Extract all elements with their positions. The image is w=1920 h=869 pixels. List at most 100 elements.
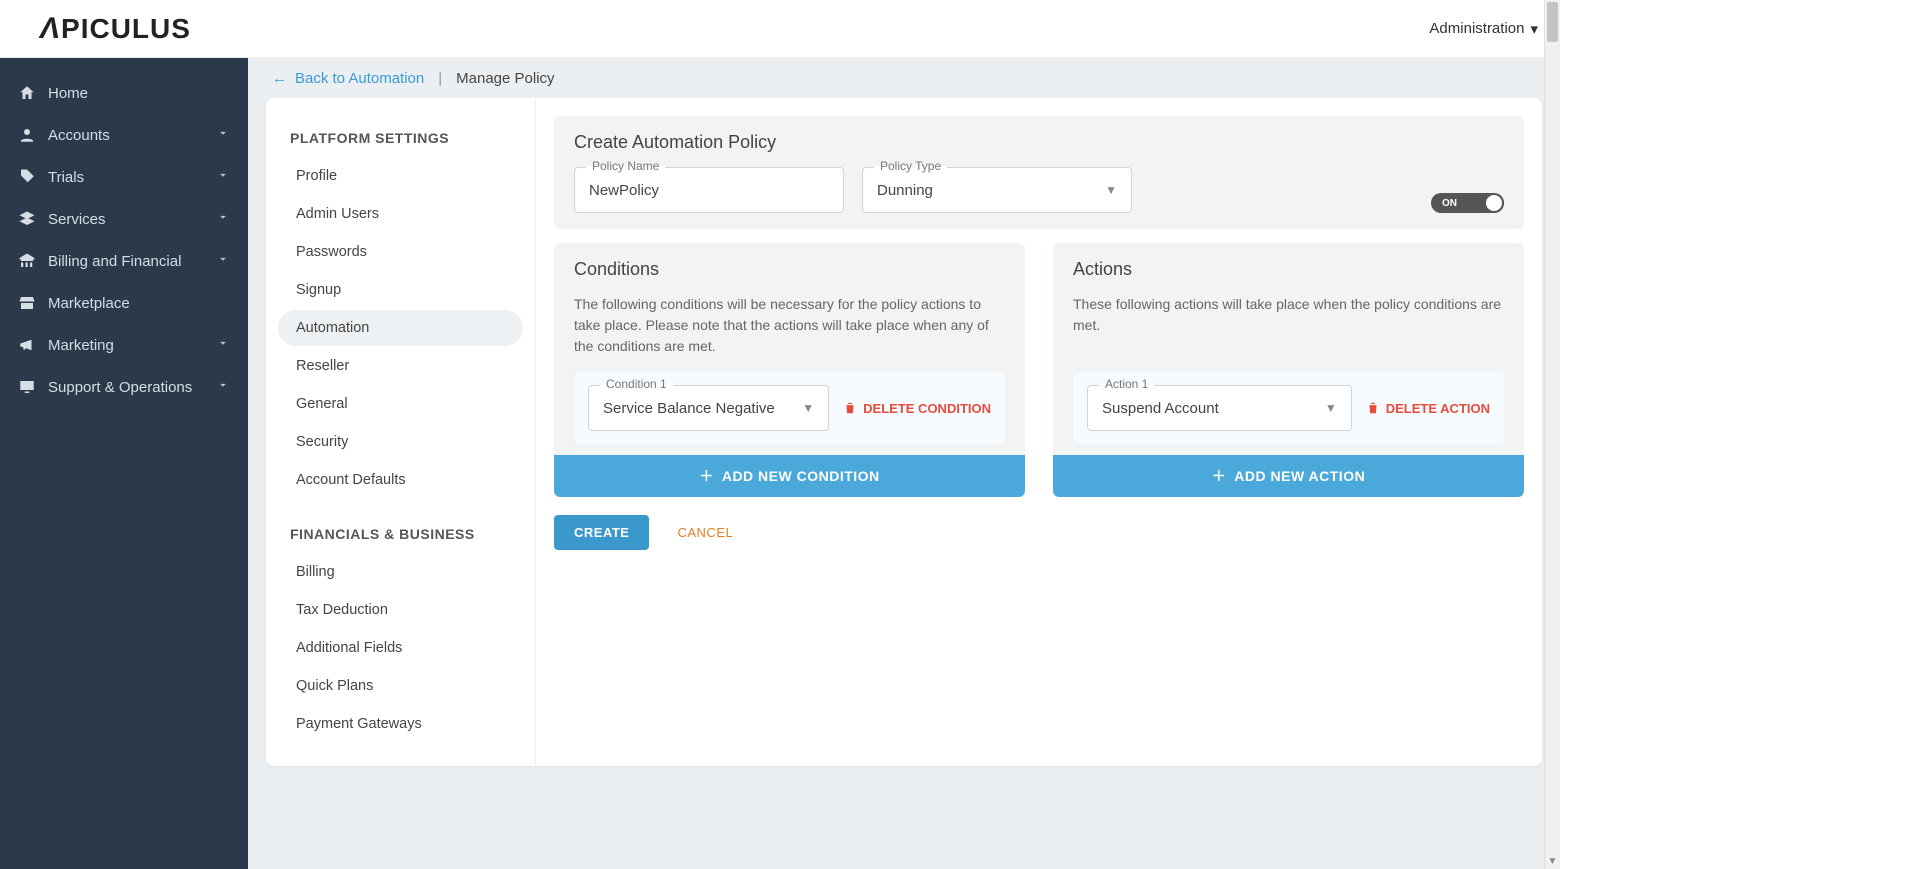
card-title: Create Automation Policy bbox=[574, 132, 1504, 153]
sidebar-item-label: Support & Operations bbox=[48, 379, 192, 396]
chevron-down-icon bbox=[216, 378, 230, 396]
settings-item-account-defaults[interactable]: Account Defaults bbox=[278, 462, 523, 498]
home-icon bbox=[18, 84, 36, 102]
sidebar-item-label: Marketing bbox=[48, 337, 114, 354]
os-scrollbar[interactable]: ▲ ▼ bbox=[1544, 0, 1560, 869]
actions-desc: These following actions will take place … bbox=[1073, 294, 1504, 357]
tag-icon bbox=[18, 168, 36, 186]
sidebar-item-billing[interactable]: Billing and Financial bbox=[0, 240, 248, 282]
policy-type-select[interactable]: Dunning ▼ bbox=[862, 167, 1132, 213]
settings-item-general[interactable]: General bbox=[278, 386, 523, 422]
plus-icon: ＋ bbox=[699, 466, 714, 486]
caret-down-icon: ▾ bbox=[1530, 20, 1538, 38]
settings-item-passwords[interactable]: Passwords bbox=[278, 234, 523, 270]
settings-item-quick-plans[interactable]: Quick Plans bbox=[278, 668, 523, 704]
action-value: Suspend Account bbox=[1102, 400, 1219, 417]
action-row: Action 1 Suspend Account ▼ bbox=[1073, 373, 1504, 443]
conditions-title: Conditions bbox=[574, 259, 1005, 280]
condition-select[interactable]: Service Balance Negative ▼ bbox=[588, 385, 829, 431]
breadcrumb: ← Back to Automation | Manage Policy bbox=[248, 58, 1560, 98]
delete-action-label: DELETE ACTION bbox=[1386, 401, 1490, 416]
sidebar: Home Accounts Trials Se bbox=[0, 58, 248, 869]
settings-item-signup[interactable]: Signup bbox=[278, 272, 523, 308]
delete-action-button[interactable]: DELETE ACTION bbox=[1366, 401, 1490, 416]
toggle-on-label: ON bbox=[1437, 196, 1462, 211]
settings-item-profile[interactable]: Profile bbox=[278, 158, 523, 194]
sidebar-item-label: Services bbox=[48, 211, 106, 228]
settings-group-title: PLATFORM SETTINGS bbox=[278, 120, 523, 156]
conditions-desc: The following conditions will be necessa… bbox=[574, 294, 1005, 357]
chevron-down-icon bbox=[216, 336, 230, 354]
breadcrumb-current: Manage Policy bbox=[456, 70, 554, 87]
policy-name-label: Policy Name bbox=[586, 159, 665, 173]
settings-item-reseller[interactable]: Reseller bbox=[278, 348, 523, 384]
delete-condition-button[interactable]: DELETE CONDITION bbox=[843, 401, 991, 416]
layers-icon bbox=[18, 210, 36, 228]
sidebar-item-marketplace[interactable]: Marketplace bbox=[0, 282, 248, 324]
sidebar-item-label: Trials bbox=[48, 169, 84, 186]
add-action-button[interactable]: ＋ ADD NEW ACTION bbox=[1053, 455, 1524, 497]
settings-item-payment-gateways[interactable]: Payment Gateways bbox=[278, 706, 523, 742]
sidebar-item-label: Accounts bbox=[48, 127, 110, 144]
topbar: ΛPICULUS Administration ▾ bbox=[0, 0, 1560, 58]
delete-condition-label: DELETE CONDITION bbox=[863, 401, 991, 416]
sidebar-item-label: Marketplace bbox=[48, 295, 130, 312]
trash-icon bbox=[843, 401, 857, 415]
sidebar-item-support[interactable]: Support & Operations bbox=[0, 366, 248, 408]
chevron-down-icon bbox=[216, 126, 230, 144]
caret-down-icon: ▼ bbox=[1325, 401, 1337, 415]
policy-enabled-toggle[interactable]: ON bbox=[1431, 193, 1504, 213]
back-link[interactable]: ← Back to Automation bbox=[272, 70, 424, 87]
scroll-down-arrow-icon[interactable]: ▼ bbox=[1545, 853, 1560, 869]
settings-item-billing[interactable]: Billing bbox=[278, 554, 523, 590]
policy-name-input[interactable] bbox=[574, 167, 844, 213]
actions-card: Actions These following actions will tak… bbox=[1053, 243, 1524, 497]
plus-icon: ＋ bbox=[1212, 466, 1227, 486]
policy-header-card: Create Automation Policy Policy Name Pol… bbox=[554, 116, 1524, 229]
action-label: Action 1 bbox=[1099, 377, 1154, 391]
sidebar-item-accounts[interactable]: Accounts bbox=[0, 114, 248, 156]
settings-group-title: FINANCIALS & BUSINESS bbox=[278, 516, 523, 552]
brand-text: ΛPICULUS bbox=[40, 13, 191, 44]
monitor-icon bbox=[18, 378, 36, 396]
add-condition-label: ADD NEW CONDITION bbox=[722, 468, 880, 484]
sidebar-item-home[interactable]: Home bbox=[0, 72, 248, 114]
user-icon bbox=[18, 126, 36, 144]
policy-type-value: Dunning bbox=[877, 182, 933, 199]
administration-label: Administration bbox=[1429, 20, 1524, 37]
breadcrumb-separator: | bbox=[438, 70, 442, 87]
store-icon bbox=[18, 294, 36, 312]
add-condition-button[interactable]: ＋ ADD NEW CONDITION bbox=[554, 455, 1025, 497]
create-button[interactable]: CREATE bbox=[554, 515, 649, 550]
settings-nav: PLATFORM SETTINGS Profile Admin Users Pa… bbox=[266, 98, 536, 766]
sidebar-item-marketing[interactable]: Marketing bbox=[0, 324, 248, 366]
settings-item-tax-deduction[interactable]: Tax Deduction bbox=[278, 592, 523, 628]
back-link-label: Back to Automation bbox=[295, 70, 424, 87]
caret-down-icon: ▼ bbox=[1105, 183, 1117, 197]
conditions-card: Conditions The following conditions will… bbox=[554, 243, 1025, 497]
scroll-thumb[interactable] bbox=[1547, 2, 1558, 42]
condition-value: Service Balance Negative bbox=[603, 400, 775, 417]
administration-menu[interactable]: Administration ▾ bbox=[1429, 20, 1538, 38]
trash-icon bbox=[1366, 401, 1380, 415]
condition-label: Condition 1 bbox=[600, 377, 673, 391]
settings-item-admin-users[interactable]: Admin Users bbox=[278, 196, 523, 232]
footer-actions: CREATE CANCEL bbox=[554, 515, 1524, 550]
arrow-left-icon: ← bbox=[272, 70, 287, 87]
sidebar-item-trials[interactable]: Trials bbox=[0, 156, 248, 198]
brand-logo: ΛPICULUS bbox=[40, 12, 191, 46]
caret-down-icon: ▼ bbox=[802, 401, 814, 415]
form-area: Create Automation Policy Policy Name Pol… bbox=[536, 98, 1542, 766]
settings-item-security[interactable]: Security bbox=[278, 424, 523, 460]
add-action-label: ADD NEW ACTION bbox=[1234, 468, 1365, 484]
condition-row: Condition 1 Service Balance Negative ▼ bbox=[574, 373, 1005, 443]
policy-type-label: Policy Type bbox=[874, 159, 947, 173]
sidebar-item-services[interactable]: Services bbox=[0, 198, 248, 240]
sidebar-item-label: Home bbox=[48, 85, 88, 102]
chevron-down-icon bbox=[216, 252, 230, 270]
cancel-button[interactable]: CANCEL bbox=[677, 525, 733, 540]
action-select[interactable]: Suspend Account ▼ bbox=[1087, 385, 1352, 431]
settings-item-additional-fields[interactable]: Additional Fields bbox=[278, 630, 523, 666]
megaphone-icon bbox=[18, 336, 36, 354]
settings-item-automation[interactable]: Automation bbox=[278, 310, 523, 346]
